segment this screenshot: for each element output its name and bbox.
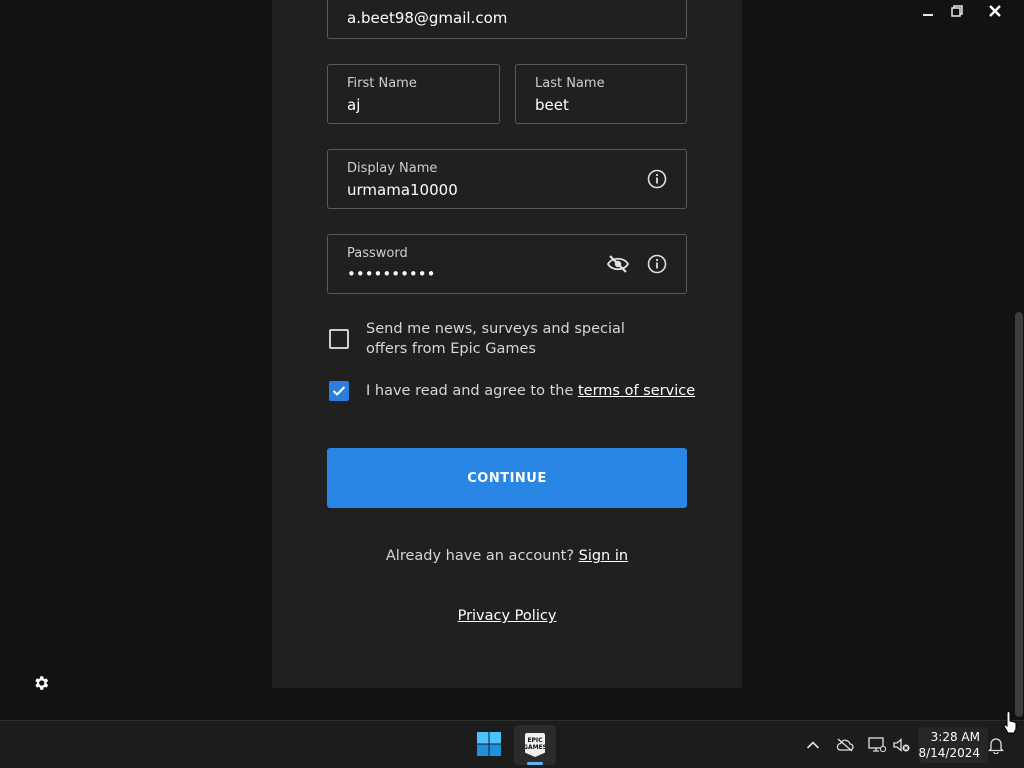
clock-date: 8/14/2024 bbox=[918, 746, 980, 760]
scroll-thumb[interactable] bbox=[1015, 312, 1023, 717]
running-indicator bbox=[527, 762, 543, 765]
signin-prefix: Already have an account? bbox=[385, 548, 579, 564]
chevron-up-icon bbox=[806, 741, 820, 749]
settings-button[interactable] bbox=[32, 674, 50, 692]
epic-games-taskbar-app[interactable]: EPIC GAMES bbox=[514, 725, 556, 765]
scrollbar[interactable] bbox=[1014, 22, 1024, 720]
close-icon bbox=[989, 5, 1001, 17]
terms-checkbox-label: I have read and agree to the terms of se… bbox=[366, 381, 695, 401]
news-checkbox[interactable] bbox=[329, 329, 349, 349]
taskbar: EPIC GAMES 3:28 AM 8/14/2024 bbox=[0, 720, 1024, 768]
gear-icon bbox=[35, 676, 49, 690]
windows-logo-icon bbox=[477, 732, 501, 756]
password-value: •••••••••• bbox=[347, 265, 436, 283]
display-name-value: urmama10000 bbox=[347, 181, 458, 199]
email-field[interactable]: a.beet98@gmail.com bbox=[327, 0, 687, 39]
password-info-icon[interactable] bbox=[646, 253, 668, 275]
email-value: a.beet98@gmail.com bbox=[347, 9, 508, 27]
password-field[interactable]: Password •••••••••• bbox=[327, 234, 687, 294]
last-name-value: beet bbox=[535, 96, 569, 114]
volume-tray-button[interactable] bbox=[892, 735, 912, 755]
last-name-label: Last Name bbox=[535, 76, 605, 91]
clock-time: 3:28 AM bbox=[930, 730, 980, 744]
sign-in-link[interactable]: Sign in bbox=[579, 548, 628, 564]
minimize-icon bbox=[923, 14, 933, 16]
terms-prefix: I have read and agree to the bbox=[366, 383, 578, 399]
news-checkbox-row[interactable]: Send me news, surveys and special offers… bbox=[329, 319, 669, 359]
first-name-label: First Name bbox=[347, 76, 417, 91]
bell-icon bbox=[988, 738, 1004, 754]
network-tray-button[interactable] bbox=[867, 735, 887, 755]
password-label: Password bbox=[347, 246, 408, 261]
restore-button[interactable] bbox=[942, 0, 972, 22]
volume-muted-icon bbox=[893, 738, 910, 752]
last-name-field[interactable]: Last Name beet bbox=[515, 64, 687, 124]
close-button[interactable] bbox=[980, 0, 1010, 22]
minimize-button[interactable] bbox=[913, 0, 943, 22]
privacy-policy-row: Privacy Policy bbox=[272, 608, 742, 624]
news-checkbox-label: Send me news, surveys and special offers… bbox=[366, 321, 625, 357]
show-hidden-icons-button[interactable] bbox=[803, 735, 823, 755]
network-icon bbox=[868, 737, 886, 753]
display-name-info-icon[interactable] bbox=[646, 168, 668, 190]
restore-icon bbox=[951, 5, 963, 17]
signup-card: a.beet98@gmail.com First Name aj Last Na… bbox=[272, 0, 742, 688]
first-name-value: aj bbox=[347, 96, 361, 114]
display-name-label: Display Name bbox=[347, 161, 438, 176]
terms-checkbox[interactable] bbox=[329, 381, 349, 401]
first-name-field[interactable]: First Name aj bbox=[327, 64, 500, 124]
privacy-policy-link[interactable]: Privacy Policy bbox=[458, 608, 557, 624]
signin-row: Already have an account? Sign in bbox=[272, 548, 742, 564]
epic-games-logo-icon: EPIC GAMES bbox=[525, 733, 545, 757]
display-name-field[interactable]: Display Name urmama10000 bbox=[327, 149, 687, 209]
continue-button[interactable]: CONTINUE bbox=[327, 448, 687, 508]
terms-checkbox-row[interactable]: I have read and agree to the terms of se… bbox=[329, 381, 695, 401]
hand-cursor-icon bbox=[1003, 711, 1017, 734]
onedrive-tray-button[interactable] bbox=[835, 735, 855, 755]
notifications-button[interactable] bbox=[986, 735, 1006, 755]
checkmark-icon bbox=[332, 386, 346, 396]
terms-of-service-link[interactable]: terms of service bbox=[578, 383, 695, 399]
clock[interactable]: 3:28 AM 8/14/2024 bbox=[918, 727, 988, 763]
eye-slash-icon[interactable] bbox=[605, 253, 631, 275]
start-button[interactable] bbox=[476, 731, 504, 759]
screen: a.beet98@gmail.com First Name aj Last Na… bbox=[0, 0, 1024, 768]
cloud-off-icon bbox=[836, 738, 854, 752]
